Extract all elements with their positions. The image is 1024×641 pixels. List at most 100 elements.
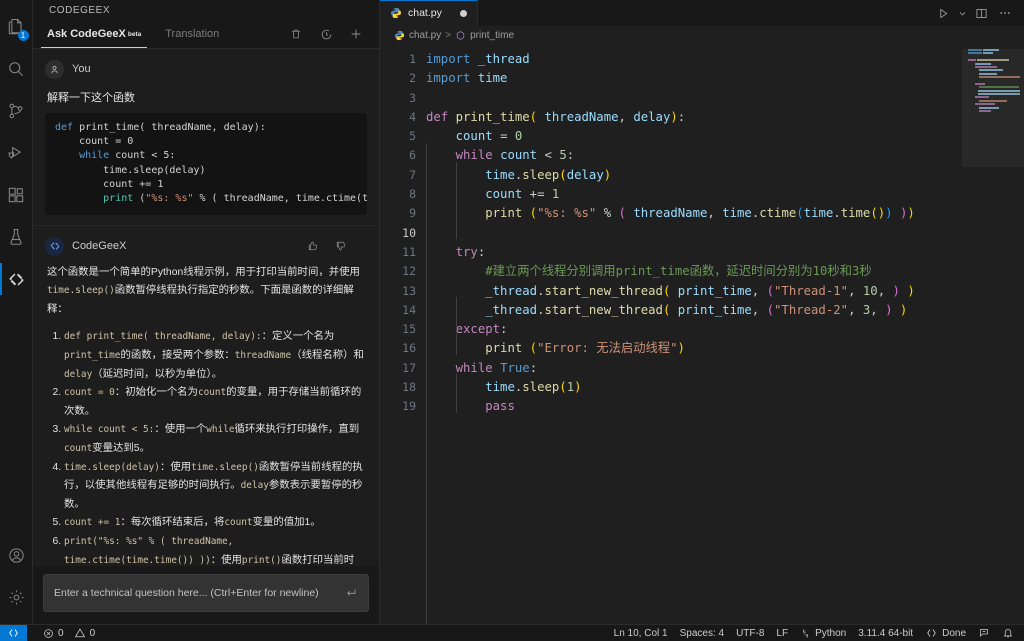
line-number: 15 xyxy=(402,322,416,337)
step-text-3: （线程名称）和 xyxy=(291,349,364,361)
tab-chat-py[interactable]: chat.py xyxy=(380,0,478,26)
python-icon xyxy=(800,628,811,639)
line-number-gutter: 1 2 3 4 5 6 7 8 9 10 11 12 13 14 15 16 1 xyxy=(380,45,426,624)
panel-actions xyxy=(281,21,371,48)
tab-ask-codegeex-badge: beta xyxy=(127,30,142,38)
tab-label: chat.py xyxy=(408,7,442,19)
status-bar: 0 0 Ln 10, Col 1 Spaces: 4 UTF-8 LF Pyth… xyxy=(0,624,1024,641)
tab-ask-codegeex[interactable]: Ask CodeGeeX beta xyxy=(41,21,148,48)
status-bar-right: Ln 10, Col 1 Spaces: 4 UTF-8 LF Python 3… xyxy=(608,625,1024,641)
problems-status[interactable]: 0 0 xyxy=(37,625,101,641)
step-code-3: threadName xyxy=(234,349,292,361)
line-number: 7 xyxy=(409,167,416,182)
codegeex-icon xyxy=(7,270,26,289)
user-code-snippet: def print_time( threadName, delay): coun… xyxy=(45,112,367,215)
thumbs-up-icon[interactable] xyxy=(307,240,319,252)
beaker-icon xyxy=(6,227,26,247)
run-debug-icon xyxy=(6,143,26,163)
sidebar-item-codegeex[interactable] xyxy=(0,258,33,300)
step-text-2: 的函数，接受两个参数： xyxy=(120,349,235,361)
symbol-method-icon xyxy=(455,30,466,41)
python-interpreter[interactable]: 3.11.4 64-bit xyxy=(852,625,919,641)
question-input[interactable] xyxy=(54,587,336,599)
sidebar-item-search[interactable] xyxy=(0,48,33,90)
breadcrumb-symbol[interactable]: print_time xyxy=(470,30,514,41)
feedback-button[interactable] xyxy=(972,625,996,641)
activity-bar: 1 xyxy=(0,0,33,624)
line-number: 5 xyxy=(409,129,416,144)
step-code-3: delay xyxy=(240,480,269,492)
intro-code: time.sleep() xyxy=(47,285,115,297)
split-editor-icon xyxy=(975,7,988,20)
line-number: 18 xyxy=(402,380,416,395)
list-item: time.sleep(delay)：使用time.sleep()函数暂停当前线程… xyxy=(64,459,365,515)
step-text-1: ：每次循环结束后，将 xyxy=(120,517,225,529)
chat-message-user: You 解释一下这个函数 def print_time( threadName,… xyxy=(33,48,379,225)
codegeex-panel: CODEGEEX Ask CodeGeeX beta Translation Y… xyxy=(33,0,380,624)
message-author: You xyxy=(72,63,91,76)
run-dropdown-button[interactable] xyxy=(956,0,968,26)
source-control-icon xyxy=(6,101,26,121)
enter-arrow-icon[interactable] xyxy=(344,586,358,600)
step-code-3: count xyxy=(64,442,93,454)
tab-ask-codegeex-label: Ask CodeGeeX xyxy=(47,28,126,41)
thumbs-down-icon[interactable] xyxy=(335,240,347,252)
encoding[interactable]: UTF-8 xyxy=(730,625,770,641)
search-icon xyxy=(6,59,26,79)
bot-answer-body: 这个函数是一个简单的Python线程示例，用于打印当前时间，并使用 time.sl… xyxy=(43,262,369,566)
line-number: 14 xyxy=(402,302,416,317)
indentation[interactable]: Spaces: 4 xyxy=(674,625,730,641)
step-text-1: ：使用 xyxy=(159,461,192,473)
bell-icon xyxy=(1002,627,1014,639)
tab-translation[interactable]: Translation xyxy=(159,21,225,48)
dirty-indicator[interactable] xyxy=(459,9,467,17)
step-code-2: count xyxy=(197,387,227,399)
accounts-button[interactable] xyxy=(0,534,33,576)
cursor-position[interactable]: Ln 10, Col 1 xyxy=(608,625,674,641)
sidebar-item-run-debug[interactable] xyxy=(0,132,33,174)
remote-indicator[interactable] xyxy=(0,624,27,641)
feedback-icon xyxy=(978,627,990,639)
chat-message-list[interactable]: You 解释一下这个函数 def print_time( threadName,… xyxy=(33,48,379,566)
manage-settings-button[interactable] xyxy=(0,576,33,618)
sidebar-item-testing[interactable] xyxy=(0,216,33,258)
sidebar-item-explorer[interactable]: 1 xyxy=(0,6,33,48)
line-number: 11 xyxy=(402,244,416,259)
message-feedback xyxy=(307,240,367,252)
main-body: 1 CODEGEEX Ask CodeGeeX beta Translation… xyxy=(0,0,1024,624)
sidebar-item-extensions[interactable] xyxy=(0,174,33,216)
step-text-4: （延迟时间，以秒为单位）。 xyxy=(92,368,223,380)
clear-chat-button[interactable] xyxy=(281,20,311,48)
breadcrumb-file[interactable]: chat.py xyxy=(409,30,441,41)
editor-tab-bar: chat.py xyxy=(380,0,1024,26)
more-actions-button[interactable] xyxy=(994,0,1016,26)
code-content[interactable]: import _thread import time def print_tim… xyxy=(426,45,1024,624)
line-number: 2 xyxy=(409,71,416,86)
intro-part1: 这个函数是一个简单的Python线程示例，用于打印当前时间，并使用 xyxy=(47,266,360,278)
split-editor-button[interactable] xyxy=(970,0,992,26)
composer[interactable] xyxy=(43,574,369,612)
line-number: 1 xyxy=(409,52,416,66)
extensions-icon xyxy=(6,185,26,205)
step-code-1: count += 1 xyxy=(64,517,121,529)
message-author: CodeGeeX xyxy=(72,240,127,253)
step-text-1: ：使用一个 xyxy=(154,424,207,436)
language-mode[interactable]: Python xyxy=(794,625,852,641)
run-python-file-button[interactable] xyxy=(932,0,954,26)
answer-steps: def print_time( threadName, delay):：定义一个… xyxy=(47,328,365,566)
account-icon xyxy=(7,546,26,565)
plus-icon xyxy=(349,27,363,41)
sidebar-item-source-control[interactable] xyxy=(0,90,33,132)
step-code-1: while count < 5: xyxy=(64,424,155,436)
codegeex-status[interactable]: Done xyxy=(919,625,972,641)
minimap[interactable] xyxy=(962,45,1024,624)
eol[interactable]: LF xyxy=(770,625,794,641)
step-text-1: ：使用 xyxy=(210,554,242,566)
history-button[interactable] xyxy=(311,20,341,48)
new-chat-button[interactable] xyxy=(341,20,371,48)
step-code-2: time.sleep() xyxy=(191,461,259,473)
code-editor[interactable]: 1 2 3 4 5 6 7 8 9 10 11 12 13 14 15 16 1 xyxy=(380,45,1024,624)
notifications-button[interactable] xyxy=(996,625,1020,641)
line-number: 3 xyxy=(409,90,416,105)
line-number: 12 xyxy=(402,264,416,279)
